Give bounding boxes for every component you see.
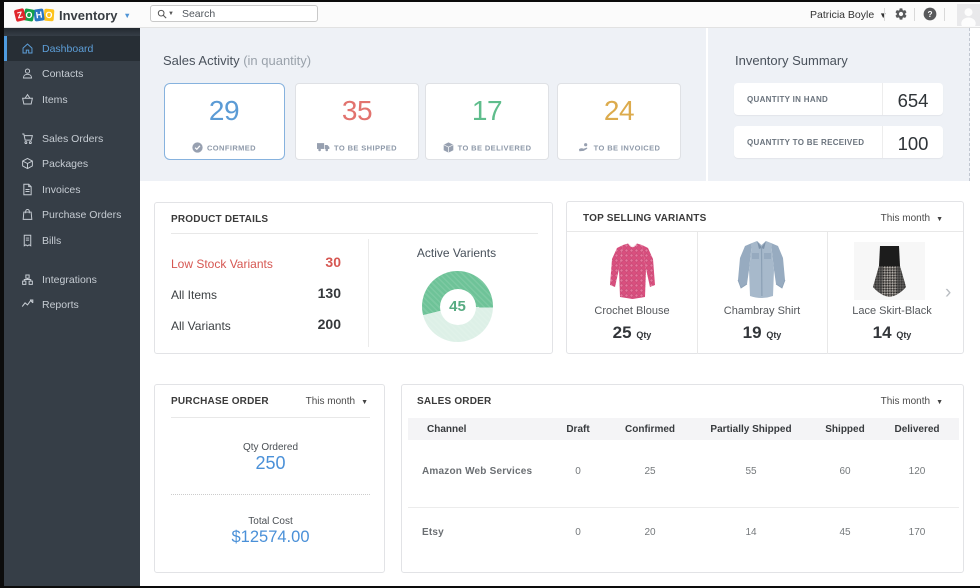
svg-text:?: ?	[927, 9, 932, 19]
